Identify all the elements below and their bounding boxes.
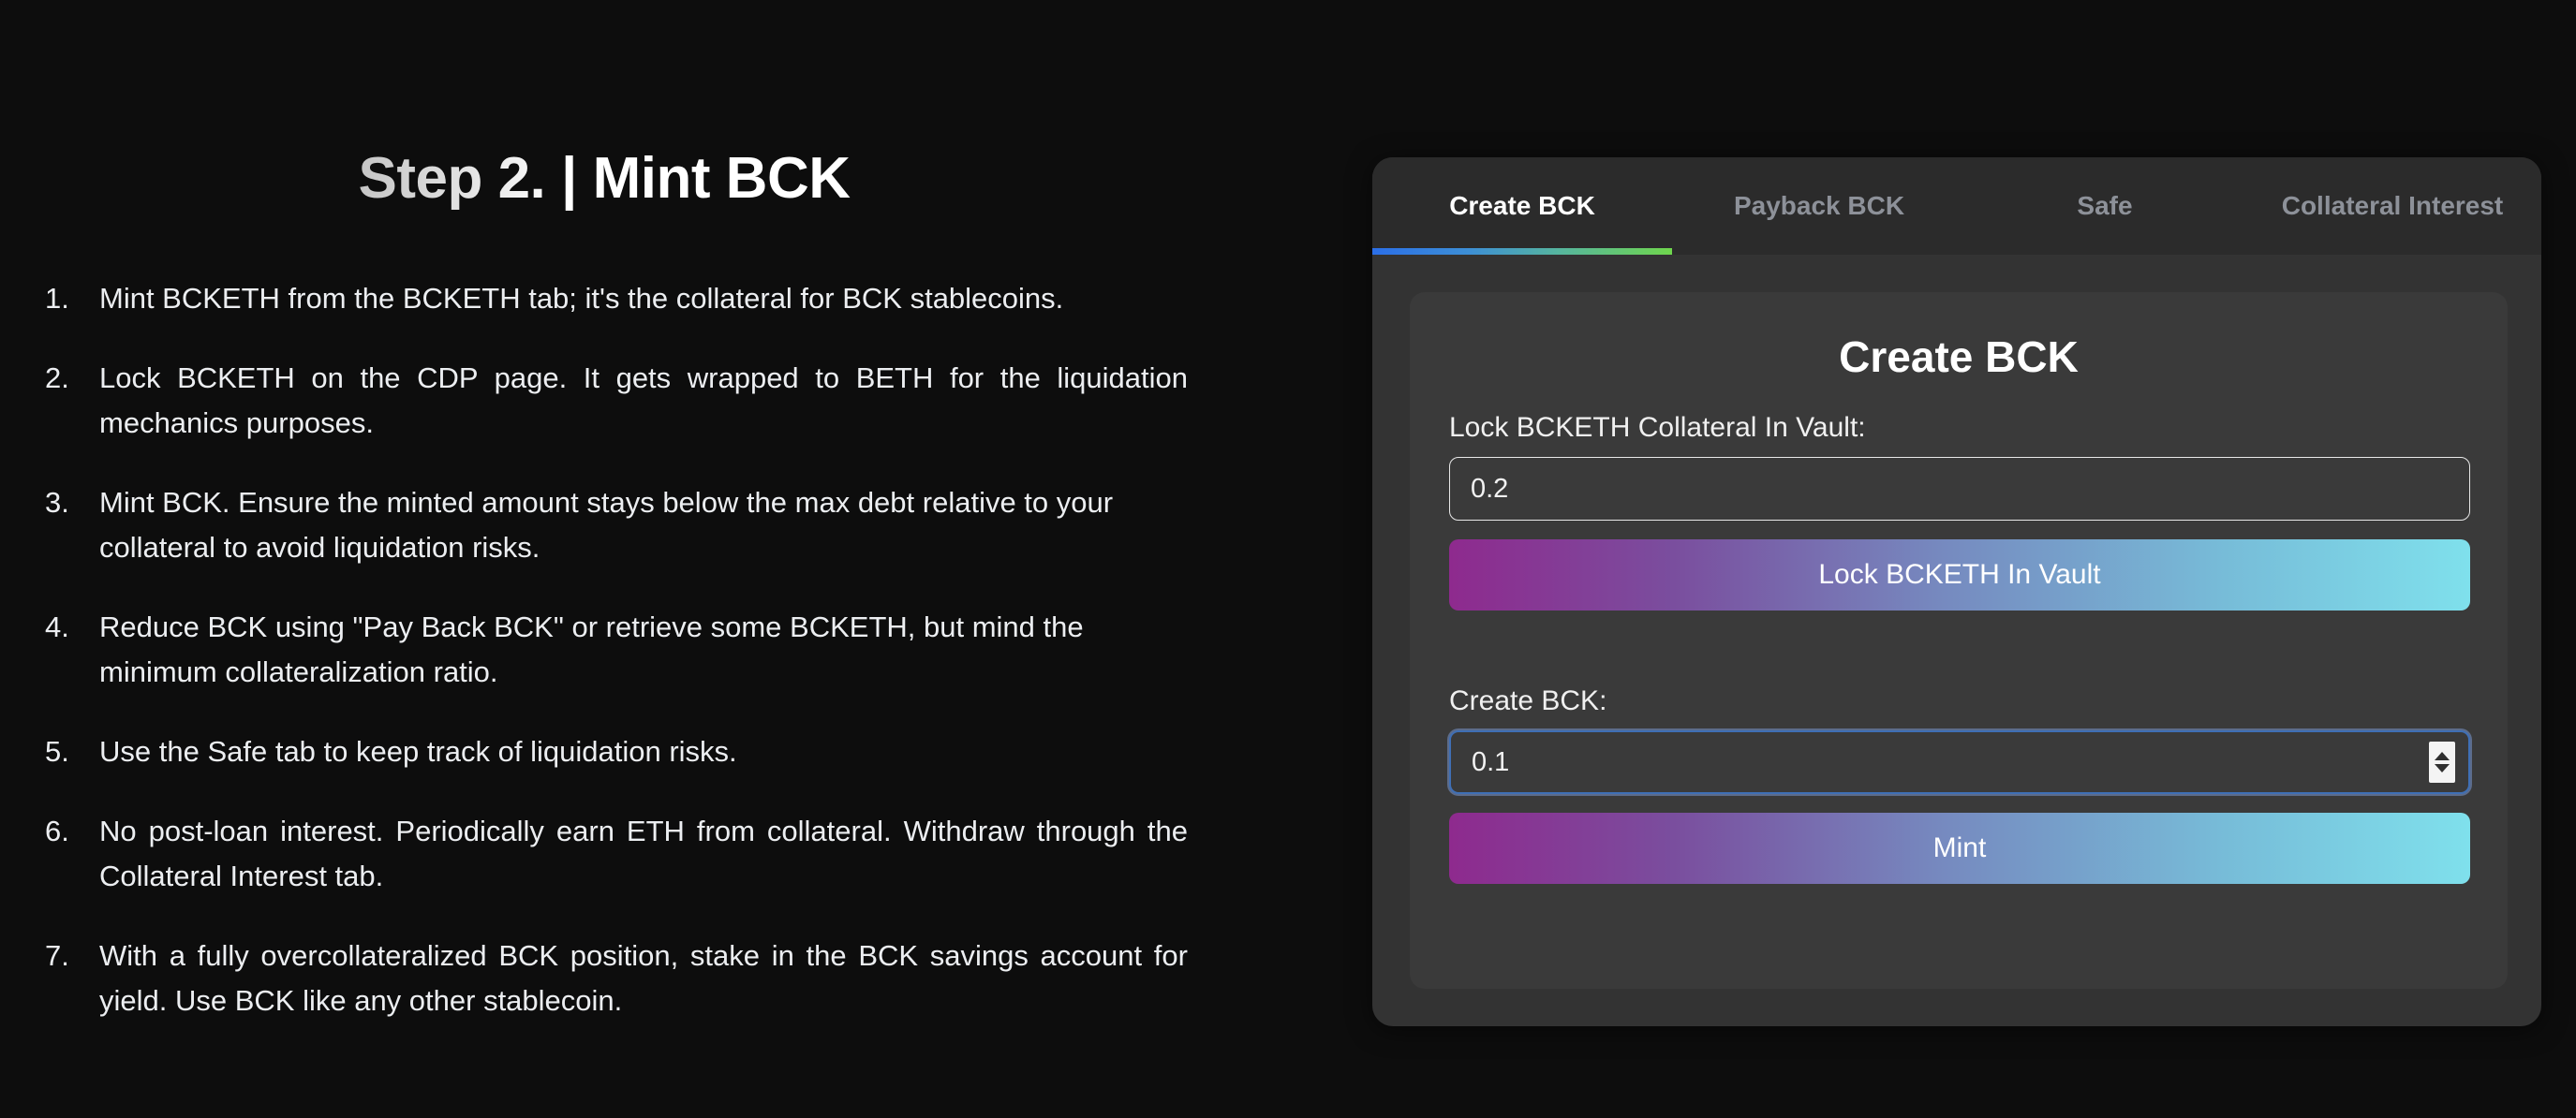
create-bck-label: Create BCK: <box>1449 685 1607 716</box>
list-item: Use the Safe tab to keep track of liquid… <box>45 729 1188 774</box>
list-item: Mint BCKETH from the BCKETH tab; it's th… <box>45 276 1188 321</box>
mint-button[interactable]: Mint <box>1449 813 2470 884</box>
step-text: Mint BCKETH from the BCKETH tab; it's th… <box>99 282 1064 315</box>
page-root: Step 2. | Mint BCK Mint BCKETH from the … <box>0 0 2576 1118</box>
tab-collateral-interest[interactable]: Collateral Interest <box>2243 157 2541 255</box>
lock-bcketh-button[interactable]: Lock BCKETH In Vault <box>1449 539 2470 610</box>
step-text: Mint BCK. Ensure the minted amount stays… <box>99 486 1114 564</box>
step-text: Use the Safe tab to keep track of liquid… <box>99 735 737 768</box>
step-text: With a fully overcollateralized BCK posi… <box>99 939 1188 1017</box>
tab-payback-bck[interactable]: Payback BCK <box>1672 157 1966 255</box>
tab-safe[interactable]: Safe <box>1966 157 2243 255</box>
create-bck-card: Create BCK Lock BCKETH Collateral In Vau… <box>1410 292 2508 989</box>
lock-collateral-input[interactable] <box>1449 457 2470 521</box>
instructions-column: Step 2. | Mint BCK Mint BCKETH from the … <box>0 0 1236 1118</box>
panel-tabbar: Create BCK Payback BCK Safe Collateral I… <box>1372 157 2541 255</box>
list-item: Mint BCK. Ensure the minted amount stays… <box>45 480 1188 570</box>
lock-collateral-label: Lock BCKETH Collateral In Vault: <box>1449 412 1866 443</box>
number-stepper[interactable] <box>2429 742 2455 783</box>
tab-create-bck[interactable]: Create BCK <box>1372 157 1672 255</box>
create-bck-input[interactable] <box>1449 730 2470 794</box>
mint-panel: Create BCK Payback BCK Safe Collateral I… <box>1372 157 2541 1026</box>
steps-list: Mint BCKETH from the BCKETH tab; it's th… <box>45 276 1188 1023</box>
caret-up-icon[interactable] <box>2435 752 2450 760</box>
step-text: Lock BCKETH on the CDP page. It gets wra… <box>99 361 1188 439</box>
caret-down-icon[interactable] <box>2435 764 2450 772</box>
step-text: Reduce BCK using "Pay Back BCK" or retri… <box>99 610 1084 688</box>
card-title: Create BCK <box>1839 332 2079 381</box>
step-text: No post-loan interest. Periodically earn… <box>99 815 1188 892</box>
list-item: No post-loan interest. Periodically earn… <box>45 809 1188 899</box>
list-item: Reduce BCK using "Pay Back BCK" or retri… <box>45 605 1188 695</box>
list-item: With a fully overcollateralized BCK posi… <box>45 934 1188 1023</box>
page-title: Step 2. | Mint BCK <box>0 145 1208 212</box>
create-bck-input-wrap <box>1449 730 2470 794</box>
list-item: Lock BCKETH on the CDP page. It gets wra… <box>45 356 1188 446</box>
